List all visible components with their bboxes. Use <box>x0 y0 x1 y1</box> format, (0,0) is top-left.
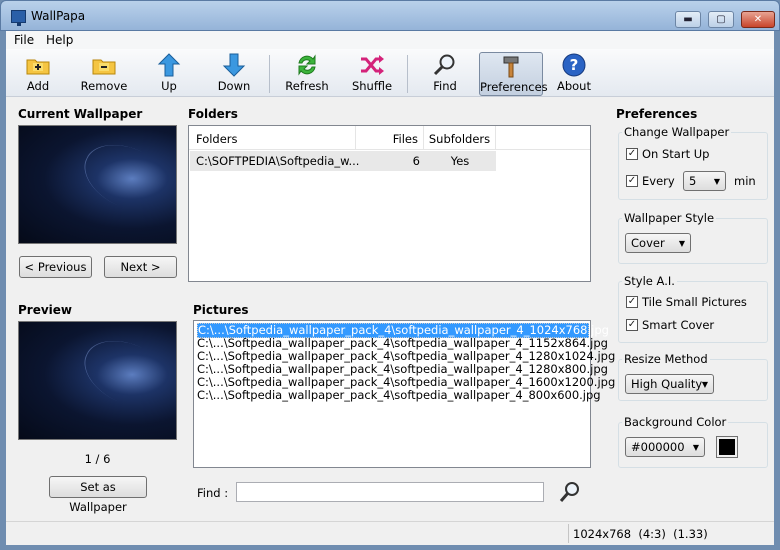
find-search-icon[interactable] <box>558 480 582 504</box>
shuffle-button[interactable]: Shuffle <box>343 52 401 96</box>
arrow-up-icon <box>157 53 181 77</box>
preview-heading: Preview <box>18 303 73 317</box>
folder-files-cell: 6 <box>412 154 420 168</box>
folders-table-header: Folders Files Subfolders <box>189 126 590 150</box>
on-startup-label: On Start Up <box>642 147 710 161</box>
background-color-title: Background Color <box>622 415 729 429</box>
svg-text:?: ? <box>570 56 579 74</box>
menu-file[interactable]: File <box>14 33 34 47</box>
column-files[interactable]: Files <box>356 126 424 150</box>
shuffle-icon <box>361 55 384 75</box>
down-button[interactable]: Down <box>205 52 263 96</box>
toolbar: Add Remove Up Down Refresh Shuffle Find <box>6 49 774 97</box>
wallpaper-style-value: Cover <box>631 236 665 250</box>
find-field-label: Find : <box>197 486 229 500</box>
chevron-down-icon: ▼ <box>692 443 699 452</box>
refresh-label: Refresh <box>285 79 329 93</box>
resize-method-title: Resize Method <box>622 352 710 366</box>
preferences-button[interactable]: Preferences <box>479 52 548 96</box>
minimize-button[interactable]: ▬ <box>675 11 701 28</box>
maximize-button[interactable]: ▢ <box>708 11 734 28</box>
wallpaper-style-title: Wallpaper Style <box>622 211 717 225</box>
find-label: Find <box>433 79 457 93</box>
every-label: Every <box>642 174 675 188</box>
menu-help[interactable]: Help <box>46 33 73 47</box>
tile-small-pictures-checkbox[interactable]: ✓ <box>626 296 638 308</box>
resize-method-dropdown[interactable]: High Quality ▼ <box>625 374 714 394</box>
interval-value: 5 <box>689 174 697 188</box>
preferences-label: Preferences <box>480 80 548 94</box>
arrow-down-icon <box>222 53 246 77</box>
folders-table[interactable]: Folders Files Subfolders C:\SOFTPEDIA\So… <box>188 125 591 282</box>
toolbar-separator <box>407 55 408 93</box>
add-label: Add <box>26 79 50 93</box>
menu-bar: File Help <box>6 31 774 49</box>
list-item[interactable]: C:\...\Softpedia_wallpaper_pack_4\softpe… <box>197 389 601 402</box>
resize-method-value: High Quality <box>631 377 703 391</box>
style-ai-title: Style A.I. <box>622 274 677 288</box>
column-folders[interactable]: Folders <box>189 126 356 150</box>
add-folder-icon <box>26 59 50 75</box>
every-checkbox[interactable]: ✓ <box>626 175 638 187</box>
chevron-down-icon: ▼ <box>713 177 720 186</box>
magnifier-icon <box>433 54 455 76</box>
background-color-swatch-button[interactable] <box>716 436 738 458</box>
set-as-wallpaper-button[interactable]: Set as Wallpaper <box>49 476 147 514</box>
smart-cover-checkbox[interactable]: ✓ <box>626 319 638 331</box>
interval-unit: min <box>734 174 756 188</box>
preview-counter: 1 / 6 <box>84 452 111 466</box>
pictures-heading: Pictures <box>193 303 249 317</box>
column-subfolders[interactable]: Subfolders <box>424 126 496 150</box>
previous-button[interactable]: < Previous <box>19 256 92 278</box>
current-wallpaper-thumbnail <box>18 125 177 244</box>
preferences-heading: Preferences <box>616 107 698 121</box>
preview-thumbnail <box>18 321 177 440</box>
smart-cover-label: Smart Cover <box>642 318 715 332</box>
status-bar: 1024x768 (4:3) (1.33) <box>6 521 774 545</box>
tile-small-pictures-label: Tile Small Pictures <box>642 295 747 309</box>
background-color-value: #000000 <box>631 440 685 454</box>
background-color-dropdown[interactable]: #000000 ▼ <box>625 437 705 457</box>
hammer-icon <box>503 56 519 78</box>
title-bar[interactable]: WallPapa ▬ ▢ ✕ <box>0 0 780 31</box>
refresh-button[interactable]: Refresh <box>278 52 336 96</box>
refresh-icon <box>298 54 316 76</box>
status-resolution: 1024x768 (4:3) (1.33) <box>573 527 708 541</box>
on-startup-checkbox[interactable]: ✓ <box>626 148 638 160</box>
up-button[interactable]: Up <box>140 52 198 96</box>
main-window: File Help Add Remove Up Down Refresh Shu… <box>6 31 774 545</box>
find-input[interactable] <box>236 482 544 502</box>
color-swatch <box>719 439 735 455</box>
about-button[interactable]: ? About <box>545 52 603 96</box>
chevron-down-icon: ▼ <box>701 380 708 389</box>
status-divider <box>568 524 569 543</box>
table-row[interactable]: C:\SOFTPEDIA\Softpedia_w... 6 Yes <box>190 151 496 171</box>
about-label: About <box>556 79 591 93</box>
up-label: Up <box>161 79 177 93</box>
window-title: WallPapa <box>31 9 86 23</box>
folder-subfolders-cell: Yes <box>450 154 470 168</box>
remove-label: Remove <box>80 79 128 93</box>
toolbar-separator <box>269 55 270 93</box>
chevron-down-icon: ▼ <box>678 239 685 248</box>
pictures-list[interactable]: C:\...\Softpedia_wallpaper_pack_4\softpe… <box>193 320 615 468</box>
folder-path-cell: C:\SOFTPEDIA\Softpedia_w... <box>196 154 360 168</box>
next-button[interactable]: Next > <box>104 256 177 278</box>
remove-folder-icon <box>92 59 116 75</box>
current-wallpaper-heading: Current Wallpaper <box>18 107 143 121</box>
down-label: Down <box>217 79 251 93</box>
help-icon: ? <box>562 53 586 77</box>
remove-button[interactable]: Remove <box>75 52 133 96</box>
folders-heading: Folders <box>188 107 238 121</box>
add-button[interactable]: Add <box>9 52 67 96</box>
change-wallpaper-title: Change Wallpaper <box>622 125 732 139</box>
shuffle-label: Shuffle <box>351 79 393 93</box>
app-icon <box>11 10 26 26</box>
find-button[interactable]: Find <box>416 52 474 96</box>
style-ai-group <box>618 281 768 343</box>
wallpaper-style-dropdown[interactable]: Cover ▼ <box>625 233 691 253</box>
interval-dropdown[interactable]: 5 ▼ <box>683 171 726 191</box>
close-button[interactable]: ✕ <box>741 11 775 28</box>
